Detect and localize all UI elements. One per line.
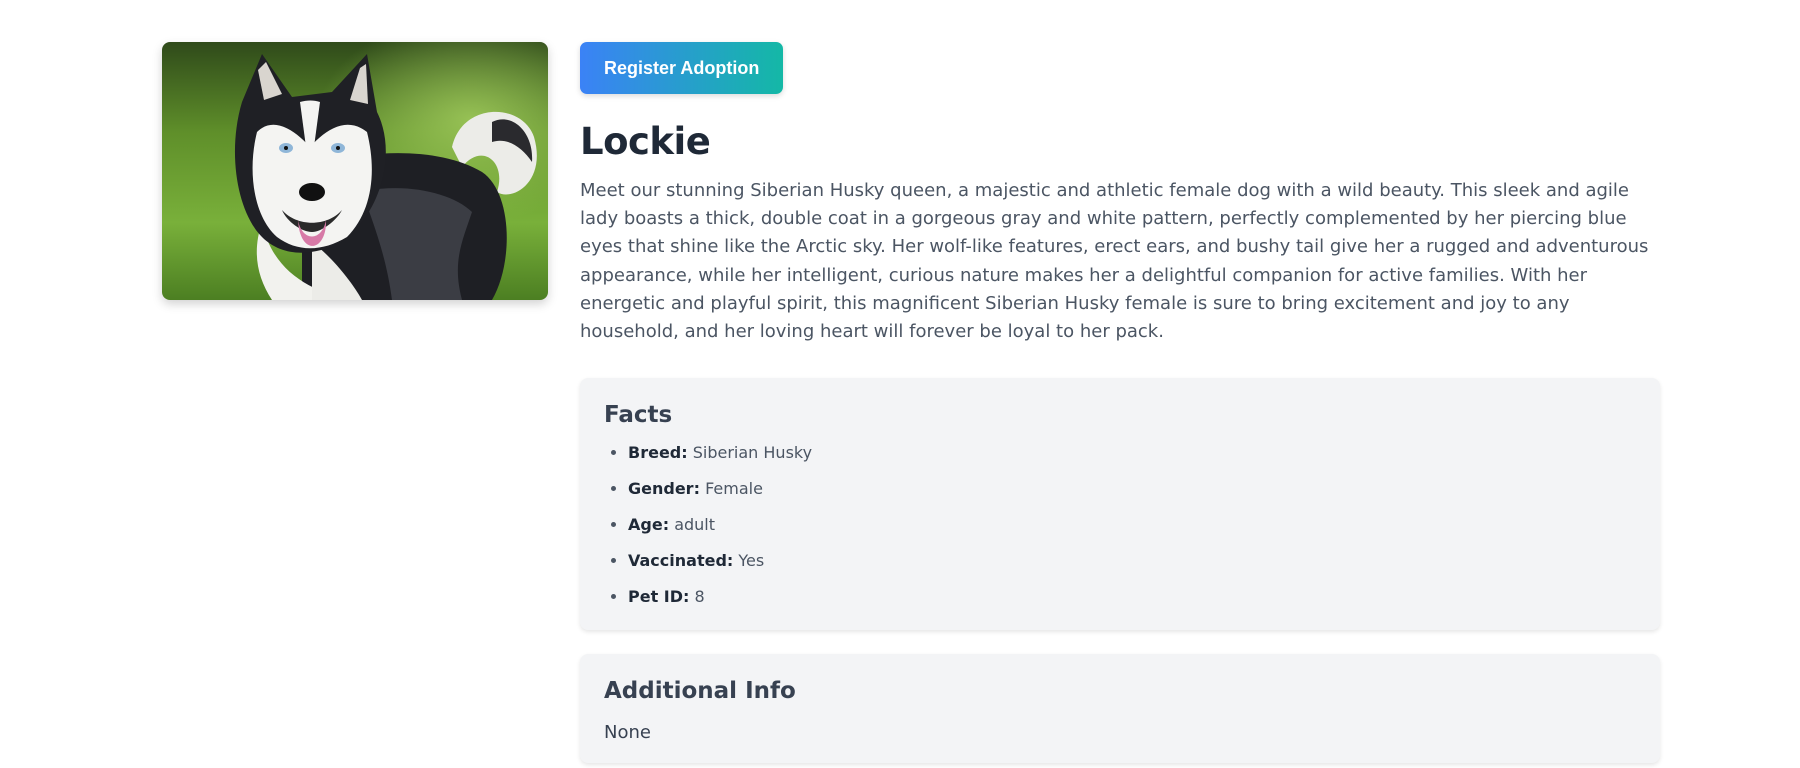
fact-label: Age: xyxy=(628,515,670,535)
fact-value: Yes xyxy=(738,551,765,571)
fact-value: Female xyxy=(705,479,763,499)
additional-info-text: None xyxy=(604,722,651,744)
fact-gender: Gender: Female xyxy=(628,478,1636,500)
facts-card: Facts Breed: Siberian Husky Gender: Fema… xyxy=(580,378,1660,631)
husky-image xyxy=(162,42,548,300)
pet-name: Lockie xyxy=(580,120,711,163)
register-adoption-button[interactable]: Register Adoption xyxy=(580,42,784,94)
fact-value: 8 xyxy=(694,587,705,607)
additional-info-card: Additional Info None xyxy=(580,654,1660,764)
pet-detail-page: Register Adoption Lockie Meet our stunni… xyxy=(0,0,1800,768)
facts-list: Breed: Siberian Husky Gender: Female Age… xyxy=(604,442,1636,608)
fact-vaccinated: Vaccinated: Yes xyxy=(628,550,1636,572)
fact-label: Pet ID: xyxy=(628,587,690,607)
fact-value: adult xyxy=(674,515,716,535)
fact-value: Siberian Husky xyxy=(692,443,813,463)
pet-details: Register Adoption Lockie Meet our stunni… xyxy=(580,42,1660,764)
pet-description: Meet our stunning Siberian Husky queen, … xyxy=(580,180,1649,343)
pet-photo xyxy=(162,42,548,300)
fact-breed: Breed: Siberian Husky xyxy=(628,442,1636,464)
fact-label: Vaccinated: xyxy=(628,551,734,571)
fact-label: Gender: xyxy=(628,479,700,499)
fact-pet-id: Pet ID: 8 xyxy=(628,586,1636,608)
fact-label: Breed: xyxy=(628,443,688,463)
facts-title: Facts xyxy=(604,402,673,429)
fact-age: Age: adult xyxy=(628,514,1636,536)
additional-info-title: Additional Info xyxy=(604,678,796,705)
